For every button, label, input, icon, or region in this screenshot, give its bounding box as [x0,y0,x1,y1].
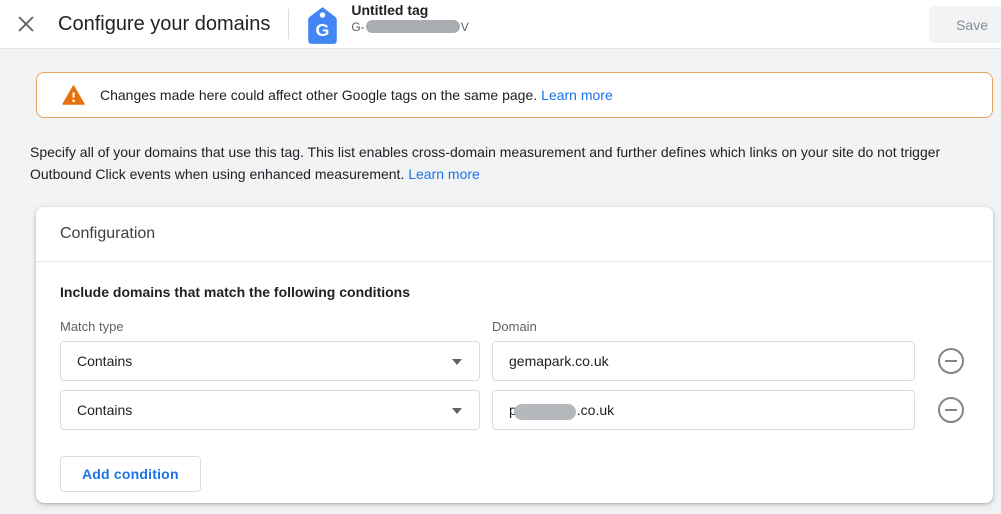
description-text: Specify all of your domains that use thi… [30,144,940,182]
description-learn-more-link[interactable]: Learn more [408,166,480,182]
close-icon [15,13,37,35]
domain-input[interactable] [492,341,915,381]
domain-suffix: .co.uk [577,402,614,418]
match-type-select[interactable]: Contains [60,341,480,381]
svg-text:G: G [316,19,330,39]
match-type-column-label: Match type [60,319,492,334]
domain-input-redacted[interactable]: p .co.uk [492,390,915,430]
tag-texts: Untitled tag G- V [351,2,468,35]
top-bar: Configure your domains G Untitled tag G-… [0,0,1001,49]
card-header: Configuration [36,207,993,262]
configuration-card: Configuration Include domains that match… [36,207,993,503]
condition-row: Contains [60,341,969,381]
close-button[interactable] [14,12,38,36]
conditions-title: Include domains that match the following… [60,284,969,300]
tag-id-prefix: G- [351,19,364,35]
banner-learn-more-link[interactable]: Learn more [541,87,613,103]
header-divider [288,9,289,39]
warning-banner: Changes made here could affect other Goo… [36,72,993,118]
warning-message: Changes made here could affect other Goo… [100,87,537,103]
chevron-down-icon [452,408,462,414]
condition-row: Contains p .co.uk [60,390,969,430]
add-condition-button[interactable]: Add condition [60,456,201,492]
tag-info: G Untitled tag G- V [306,4,468,45]
remove-condition-button[interactable] [938,348,964,374]
domain-redaction [514,404,576,420]
tag-id-suffix: V [461,19,469,35]
page-description: Specify all of your domains that use thi… [30,141,982,185]
warning-icon [62,85,85,105]
card-body: Include domains that match the following… [36,262,993,492]
minus-icon [945,409,957,411]
match-type-value: Contains [77,353,132,369]
remove-condition-button[interactable] [938,397,964,423]
warning-text: Changes made here could affect other Goo… [100,87,613,103]
match-type-value: Contains [77,402,132,418]
column-labels: Match type Domain [60,319,969,334]
page-title: Configure your domains [58,13,270,36]
tag-id-redaction [366,20,460,33]
domain-column-label: Domain [492,319,969,334]
tag-name: Untitled tag [351,2,468,19]
tag-id: G- V [351,19,468,35]
card-title: Configuration [60,225,155,243]
chevron-down-icon [452,359,462,365]
google-tag-icon: G [306,6,339,45]
save-button[interactable]: Save [929,6,1001,43]
minus-icon [945,360,957,362]
match-type-select[interactable]: Contains [60,390,480,430]
